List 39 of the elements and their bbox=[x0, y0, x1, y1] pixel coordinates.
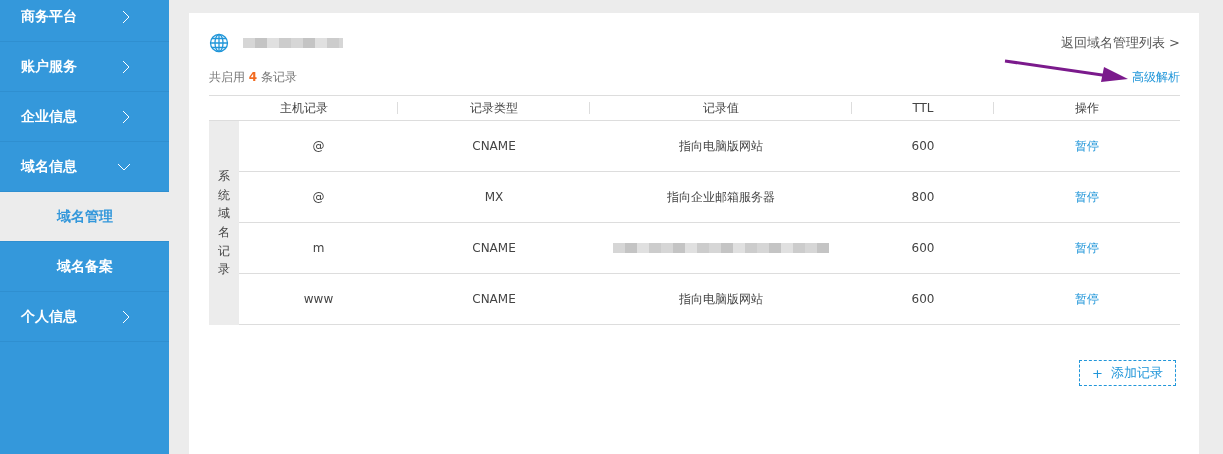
globe-icon bbox=[209, 33, 229, 53]
column-header: 记录值 bbox=[590, 96, 852, 121]
pause-link[interactable]: 暂停 bbox=[1075, 290, 1099, 308]
group-label: 系统域名记录 bbox=[218, 168, 230, 279]
table-cell: 指向电脑版网站 bbox=[590, 121, 852, 172]
sidebar-item[interactable]: 商务平台 bbox=[0, 0, 169, 42]
table-cell: 800 bbox=[852, 172, 994, 223]
chevron-right-icon bbox=[121, 309, 131, 324]
advanced-link[interactable]: 高级解析 bbox=[1132, 68, 1180, 86]
table-cell: @ bbox=[239, 121, 398, 172]
table-cell: @ bbox=[239, 172, 398, 223]
sidebar-item[interactable]: 账户服务 bbox=[0, 42, 169, 92]
chevron-right-icon bbox=[121, 59, 131, 74]
sidebar-item[interactable]: 企业信息 bbox=[0, 92, 169, 142]
table-cell: 600 bbox=[852, 274, 994, 325]
table-cell: MX bbox=[398, 172, 590, 223]
table-cell: 指向电脑版网站 bbox=[590, 274, 852, 325]
table-cell: 指向企业邮箱服务器 bbox=[590, 172, 852, 223]
table-cell: 600 bbox=[852, 121, 994, 172]
add-record-button[interactable]: + 添加记录 bbox=[1079, 360, 1176, 386]
table-cell: CNAME bbox=[398, 121, 590, 172]
column-header: TTL bbox=[852, 96, 994, 121]
table-cell: CNAME bbox=[398, 274, 590, 325]
column-header: 操作 bbox=[994, 96, 1180, 121]
back-link[interactable]: 返回域名管理列表 > bbox=[1060, 34, 1180, 52]
table-cell: m bbox=[239, 223, 398, 274]
pause-link[interactable]: 暂停 bbox=[1075, 239, 1099, 257]
chevron-down-icon bbox=[117, 161, 131, 172]
pause-link[interactable]: 暂停 bbox=[1075, 137, 1099, 155]
table-cell: CNAME bbox=[398, 223, 590, 274]
chevron-right-icon bbox=[121, 109, 131, 124]
sidebar-item[interactable]: 个人信息 bbox=[0, 292, 169, 342]
column-header: 记录类型 bbox=[398, 96, 590, 121]
sidebar-subitem[interactable]: 域名管理 bbox=[0, 192, 169, 242]
table-cell: www bbox=[239, 274, 398, 325]
chevron-right-icon bbox=[121, 9, 131, 24]
record-count: 共启用 4 条记录 bbox=[209, 68, 297, 86]
pause-link[interactable]: 暂停 bbox=[1075, 188, 1099, 206]
table-cell: 600 bbox=[852, 223, 994, 274]
